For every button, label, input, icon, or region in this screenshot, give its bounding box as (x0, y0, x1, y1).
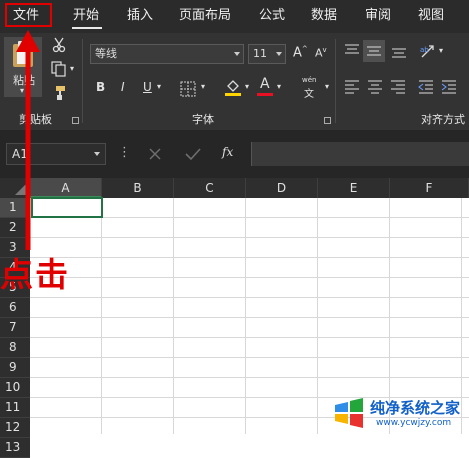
annotation-arrow (16, 30, 40, 250)
watermark-title: 纯净系统之家 (370, 399, 461, 417)
watermark: 纯净系统之家 www.ycwjzy.com (328, 392, 469, 434)
annotation-click-label: 点击 (0, 255, 70, 294)
windows-logo-icon (335, 398, 363, 428)
watermark-url: www.ycwjzy.com (376, 418, 452, 428)
row-header-13[interactable]: 13 (0, 438, 30, 458)
